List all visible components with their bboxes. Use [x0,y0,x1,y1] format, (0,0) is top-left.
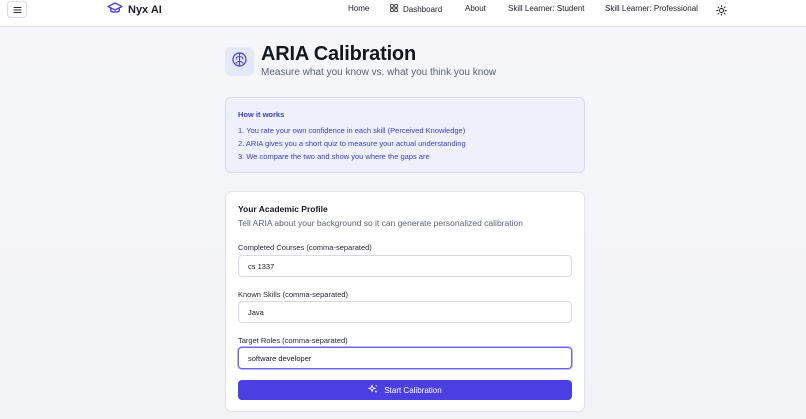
sparkles-icon [368,384,378,396]
brand-logo[interactable]: Nyx AI [107,1,162,18]
dashboard-grid-icon [390,4,398,14]
known-skills-input[interactable] [238,301,572,323]
academic-profile-form: Your Academic Profile Tell ARIA about yo… [225,191,585,412]
nav-link-about[interactable]: About [465,4,486,13]
nav-link-skill-learner-student[interactable]: Skill Learner: Student [508,4,585,13]
target-roles-label: Target Roles (comma-separated) [238,336,348,345]
completed-courses-input[interactable] [238,255,572,277]
menu-icon [12,6,22,14]
profile-subtitle: Tell ARIA about your background so it ca… [238,218,523,228]
nav-link-home[interactable]: Home [348,4,369,13]
brain-icon-badge [225,47,254,76]
nav-link-dashboard-label: Dashboard [403,4,443,14]
top-nav-bar: Nyx AI Home Dashboard About Skill Learne… [0,0,806,27]
nav-link-skill-learner-professional[interactable]: Skill Learner: Professional [605,4,698,13]
how-it-works-step-2: 2. ARIA gives you a short quiz to measur… [238,139,466,148]
how-it-works-step-3: 3. We compare the two and show you where… [238,152,430,161]
menu-button[interactable] [7,1,27,18]
graduation-cap-icon [107,1,123,19]
how-it-works-step-1: 1. You rate your own confidence in each … [238,126,466,135]
theme-toggle-button[interactable] [716,4,727,16]
target-roles-input[interactable] [238,347,572,369]
profile-title: Your Academic Profile [238,204,328,214]
known-skills-label: Known Skills (comma-separated) [238,290,349,299]
brain-icon [231,51,248,73]
completed-courses-label: Completed Courses (comma-separated) [238,243,372,252]
page-title: ARIA Calibration [261,43,416,65]
start-calibration-label: Start Calibration [384,385,442,395]
how-it-works-title: How it works [238,110,285,119]
how-it-works-card: How it works 1. You rate your own confid… [225,97,585,173]
sun-icon [716,4,727,19]
start-calibration-button[interactable]: Start Calibration [238,380,572,400]
brand-name: Nyx AI [128,3,162,16]
nav-link-dashboard[interactable]: Dashboard [390,4,442,14]
page-subtitle: Measure what you know vs. what you think… [261,67,497,78]
